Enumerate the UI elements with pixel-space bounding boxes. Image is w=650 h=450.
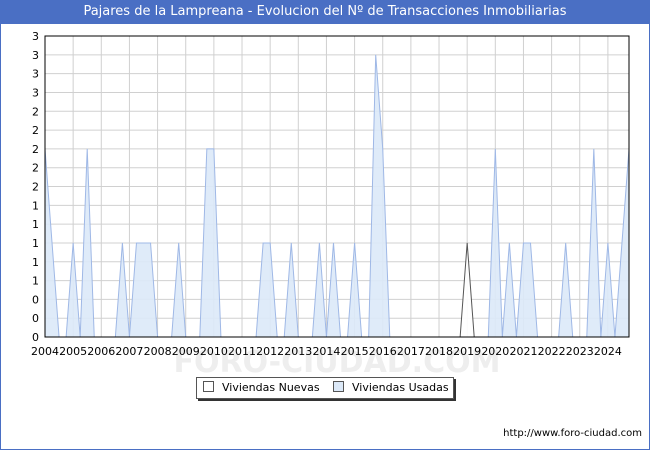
x-tick-label: 2004 xyxy=(31,345,59,358)
x-tick-label: 2020 xyxy=(481,345,509,358)
x-tick-label: 2015 xyxy=(341,345,369,358)
legend-swatch-usadas xyxy=(333,381,344,392)
y-tick-label: 1 xyxy=(32,275,39,288)
legend-label-nuevas: Viviendas Nuevas xyxy=(222,381,320,394)
y-tick-label: 3 xyxy=(32,30,39,43)
y-tick-label: 3 xyxy=(32,49,39,62)
x-tick-label: 2018 xyxy=(425,345,453,358)
x-tick-label: 2008 xyxy=(144,345,172,358)
chart-legend: Viviendas Nuevas Viviendas Usadas xyxy=(196,377,454,399)
x-tick-label: 2012 xyxy=(256,345,284,358)
source-credit[interactable]: http://www.foro-ciudad.com xyxy=(503,428,642,439)
x-tick-label: 2005 xyxy=(59,345,87,358)
legend-swatch-nuevas xyxy=(203,381,214,392)
y-tick-label: 0 xyxy=(32,293,39,306)
x-tick-label: 2007 xyxy=(115,345,143,358)
y-tick-label: 0 xyxy=(32,331,39,344)
x-tick-label: 2023 xyxy=(566,345,594,358)
x-tick-label: 2024 xyxy=(594,345,622,358)
y-tick-label: 2 xyxy=(32,124,39,137)
x-tick-label: 2006 xyxy=(87,345,115,358)
y-tick-label: 2 xyxy=(32,162,39,175)
y-tick-label: 1 xyxy=(32,199,39,212)
y-tick-label: 2 xyxy=(32,181,39,194)
y-tick-label: 1 xyxy=(32,256,39,269)
y-tick-label: 0 xyxy=(32,312,39,325)
x-tick-label: 2009 xyxy=(172,345,200,358)
x-tick-label: 2017 xyxy=(397,345,425,358)
y-tick-label: 1 xyxy=(32,237,39,250)
x-tick-label: 2010 xyxy=(200,345,228,358)
x-tick-label: 2019 xyxy=(453,345,481,358)
legend-label-usadas: Viviendas Usadas xyxy=(352,381,449,394)
x-tick-label: 2022 xyxy=(538,345,566,358)
y-tick-label: 1 xyxy=(32,218,39,231)
y-tick-label: 3 xyxy=(32,68,39,81)
legend-item-nuevas: Viviendas Nuevas xyxy=(203,381,320,395)
x-tick-label: 2011 xyxy=(228,345,256,358)
x-tick-label: 2021 xyxy=(509,345,537,358)
x-tick-label: 2016 xyxy=(369,345,397,358)
x-tick-label: 2014 xyxy=(312,345,340,358)
x-tick-label: 2013 xyxy=(284,345,312,358)
y-tick-label: 2 xyxy=(32,143,39,156)
y-tick-label: 3 xyxy=(32,86,39,99)
legend-item-usadas: Viviendas Usadas xyxy=(333,381,449,395)
y-tick-label: 2 xyxy=(32,105,39,118)
